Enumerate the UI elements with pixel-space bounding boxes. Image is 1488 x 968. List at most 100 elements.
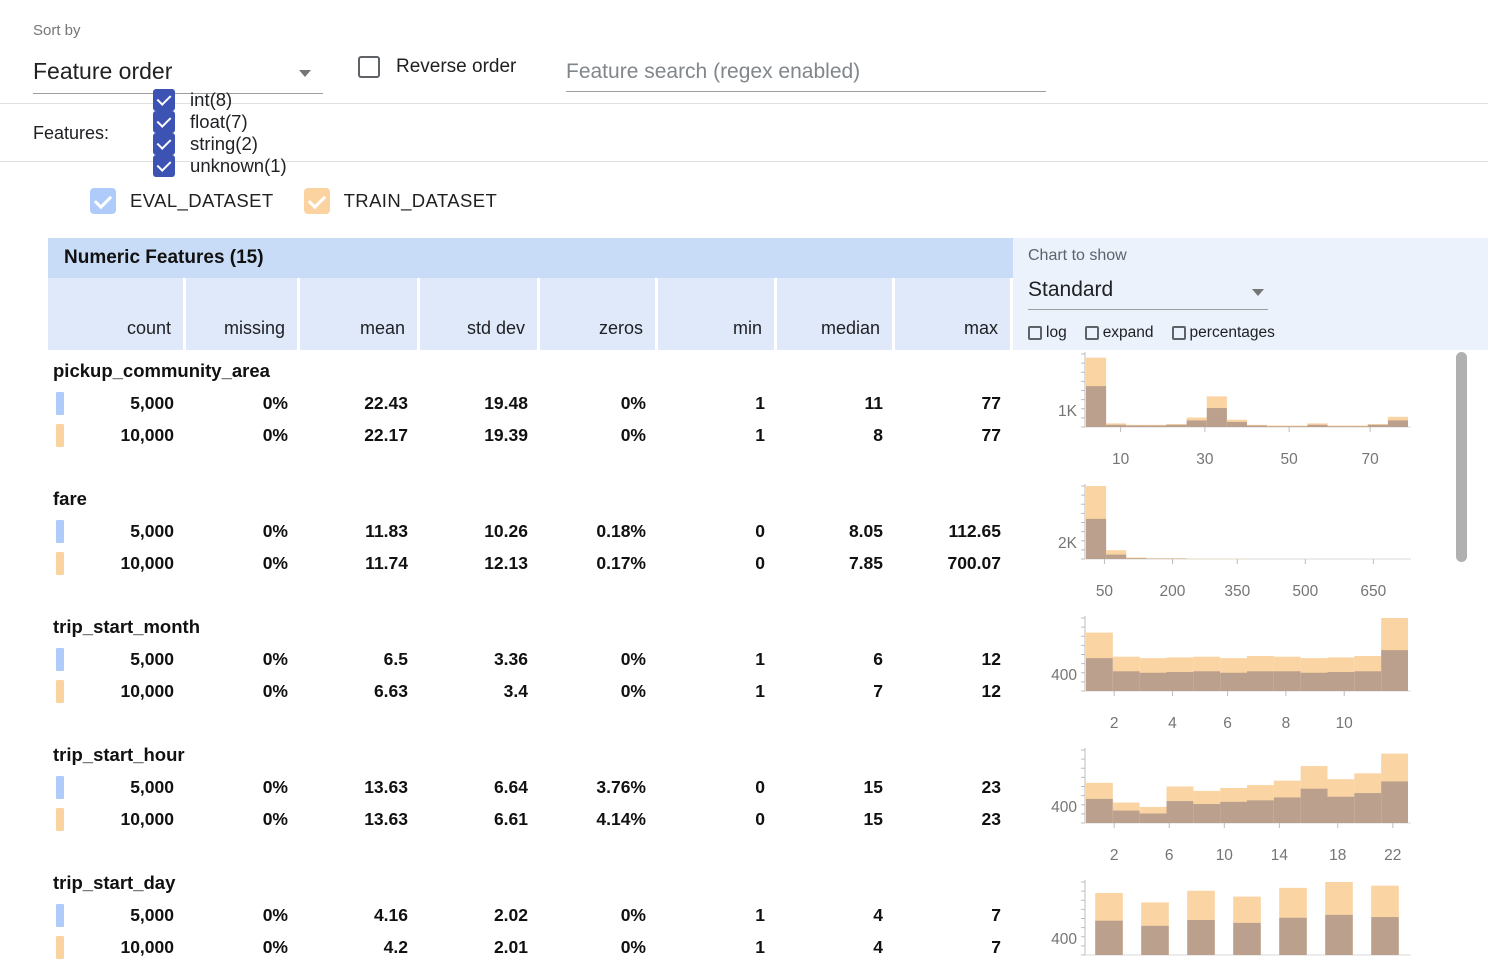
stat-missing: 0% bbox=[186, 644, 300, 676]
svg-text:2K: 2K bbox=[1058, 535, 1078, 552]
dataset-legend-row: EVAL_DATASET TRAIN_DATASET bbox=[0, 163, 1488, 238]
dataset-label: TRAIN_DATASET bbox=[344, 190, 498, 212]
chart-block-trip_start_day: 400 bbox=[1013, 882, 1458, 968]
feature-name: trip_start_month bbox=[48, 614, 1013, 644]
facets-overview-app: Sort by Feature order Reverse order Feat… bbox=[0, 0, 1488, 968]
svg-text:500: 500 bbox=[1292, 583, 1318, 600]
stat-mean: 22.17 bbox=[300, 420, 420, 452]
feature-name: trip_start_hour bbox=[48, 742, 1013, 772]
svg-text:50: 50 bbox=[1280, 451, 1298, 468]
stat-mean: 4.16 bbox=[300, 900, 420, 932]
stat-zeros: 0% bbox=[540, 388, 658, 420]
feature-name: trip_start_day bbox=[48, 870, 1013, 900]
column-header-median: median bbox=[777, 278, 895, 350]
svg-text:10: 10 bbox=[1336, 715, 1354, 732]
column-headers: countmissingmeanstd devzerosminmedianmax bbox=[48, 278, 1013, 350]
vertical-scrollbar[interactable] bbox=[1456, 352, 1467, 562]
log-checkbox[interactable]: log bbox=[1028, 324, 1067, 342]
stat-max: 7 bbox=[895, 932, 1013, 964]
stat-count: 10,000 bbox=[48, 420, 186, 452]
stat-zeros: 0% bbox=[540, 932, 658, 964]
stat-std-dev: 3.36 bbox=[420, 644, 540, 676]
stats-row-train_dataset: 10,0000%6.633.40%1712 bbox=[48, 676, 1013, 708]
stat-count: 5,000 bbox=[48, 900, 186, 932]
dataset-label: EVAL_DATASET bbox=[130, 190, 274, 212]
svg-text:400: 400 bbox=[1051, 799, 1077, 816]
stat-min: 0 bbox=[658, 548, 777, 580]
stat-min: 0 bbox=[658, 772, 777, 804]
stat-zeros: 0% bbox=[540, 676, 658, 708]
chart-block-pickup_community_area: 1K10305070 bbox=[1013, 354, 1458, 482]
reverse-order-checkbox[interactable]: Reverse order bbox=[358, 56, 516, 78]
percentages-checkbox[interactable]: percentages bbox=[1172, 324, 1275, 342]
chart-panel: Chart to show Standard logexpandpercenta… bbox=[1013, 238, 1488, 350]
stat-median: 15 bbox=[777, 804, 895, 836]
stat-median: 8 bbox=[777, 420, 895, 452]
stat-zeros: 0% bbox=[540, 644, 658, 676]
expand-checkbox[interactable]: expand bbox=[1085, 324, 1154, 342]
histogram-pickup_community_area: 1K10305070 bbox=[1043, 354, 1423, 472]
feature-type-filter-row: Features: int(8)float(7)string(2)unknown… bbox=[0, 105, 1488, 162]
svg-text:8: 8 bbox=[1282, 715, 1291, 732]
stat-count: 5,000 bbox=[48, 772, 186, 804]
feature-block-trip_start_month: trip_start_month5,0000%6.53.360%161210,0… bbox=[48, 606, 1013, 734]
stat-mean: 4.2 bbox=[300, 932, 420, 964]
stats-row-eval_dataset: 5,0000%4.162.020%147 bbox=[48, 900, 1013, 932]
stat-std-dev: 12.13 bbox=[420, 548, 540, 580]
filter-checkbox-string[interactable]: string(2) bbox=[153, 133, 287, 155]
svg-text:350: 350 bbox=[1224, 583, 1250, 600]
stat-missing: 0% bbox=[186, 516, 300, 548]
stat-max: 77 bbox=[895, 420, 1013, 452]
histogram-fare: 2K50200350500650 bbox=[1043, 486, 1423, 604]
column-header-zeros: zeros bbox=[540, 278, 658, 350]
stat-zeros: 4.14% bbox=[540, 804, 658, 836]
svg-text:30: 30 bbox=[1196, 451, 1214, 468]
chart-block-fare: 2K50200350500650 bbox=[1013, 486, 1458, 614]
train-dataset-marker bbox=[56, 936, 64, 959]
chart-block-trip_start_month: 400246810 bbox=[1013, 618, 1458, 746]
chart-option-checkboxes: log expand percentages bbox=[1028, 324, 1293, 342]
column-header-std-dev: std dev bbox=[420, 278, 540, 350]
stat-missing: 0% bbox=[186, 420, 300, 452]
sort-order-select[interactable]: Feature order bbox=[33, 54, 323, 94]
stats-row-eval_dataset: 5,0000%11.8310.260.18%08.05112.65 bbox=[48, 516, 1013, 548]
stat-min: 1 bbox=[658, 388, 777, 420]
stat-std-dev: 2.01 bbox=[420, 932, 540, 964]
chart-type-select[interactable]: Standard bbox=[1028, 274, 1268, 310]
stat-count: 10,000 bbox=[48, 804, 186, 836]
stat-median: 6 bbox=[777, 644, 895, 676]
eval-dataset-marker bbox=[56, 776, 64, 799]
stat-min: 1 bbox=[658, 932, 777, 964]
stat-min: 1 bbox=[658, 900, 777, 932]
stat-missing: 0% bbox=[186, 804, 300, 836]
checkbox-unchecked-icon bbox=[1028, 326, 1042, 340]
feature-block-fare: fare5,0000%11.8310.260.18%08.05112.6510,… bbox=[48, 478, 1013, 606]
stat-max: 12 bbox=[895, 644, 1013, 676]
svg-text:18: 18 bbox=[1329, 847, 1346, 864]
dataset-checkbox-train_dataset[interactable]: TRAIN_DATASET bbox=[304, 188, 498, 214]
column-header-mean: mean bbox=[300, 278, 420, 350]
stat-mean: 6.63 bbox=[300, 676, 420, 708]
histogram-trip_start_month: 400246810 bbox=[1043, 618, 1423, 736]
filter-checkbox-int[interactable]: int(8) bbox=[153, 89, 287, 111]
chart-option-label: percentages bbox=[1190, 324, 1275, 342]
histogram-trip_start_day: 400 bbox=[1043, 882, 1423, 968]
stat-count: 10,000 bbox=[48, 676, 186, 708]
sort-by-label: Sort by bbox=[33, 22, 81, 39]
checkbox-unchecked-icon bbox=[1172, 326, 1186, 340]
stat-std-dev: 3.4 bbox=[420, 676, 540, 708]
stat-max: 7 bbox=[895, 900, 1013, 932]
stats-row-eval_dataset: 5,0000%6.53.360%1612 bbox=[48, 644, 1013, 676]
checkbox-unchecked-icon bbox=[1085, 326, 1099, 340]
dataset-checkbox-eval_dataset[interactable]: EVAL_DATASET bbox=[90, 188, 274, 214]
column-header-max: max bbox=[895, 278, 1013, 350]
stat-max: 23 bbox=[895, 804, 1013, 836]
stat-missing: 0% bbox=[186, 388, 300, 420]
filter-checkbox-float[interactable]: float(7) bbox=[153, 111, 287, 133]
eval-dataset-marker bbox=[56, 392, 64, 415]
svg-text:10: 10 bbox=[1112, 451, 1130, 468]
stat-max: 77 bbox=[895, 388, 1013, 420]
stat-min: 0 bbox=[658, 516, 777, 548]
checkbox-unchecked-icon bbox=[358, 56, 380, 78]
feature-search-input[interactable] bbox=[566, 52, 1046, 92]
